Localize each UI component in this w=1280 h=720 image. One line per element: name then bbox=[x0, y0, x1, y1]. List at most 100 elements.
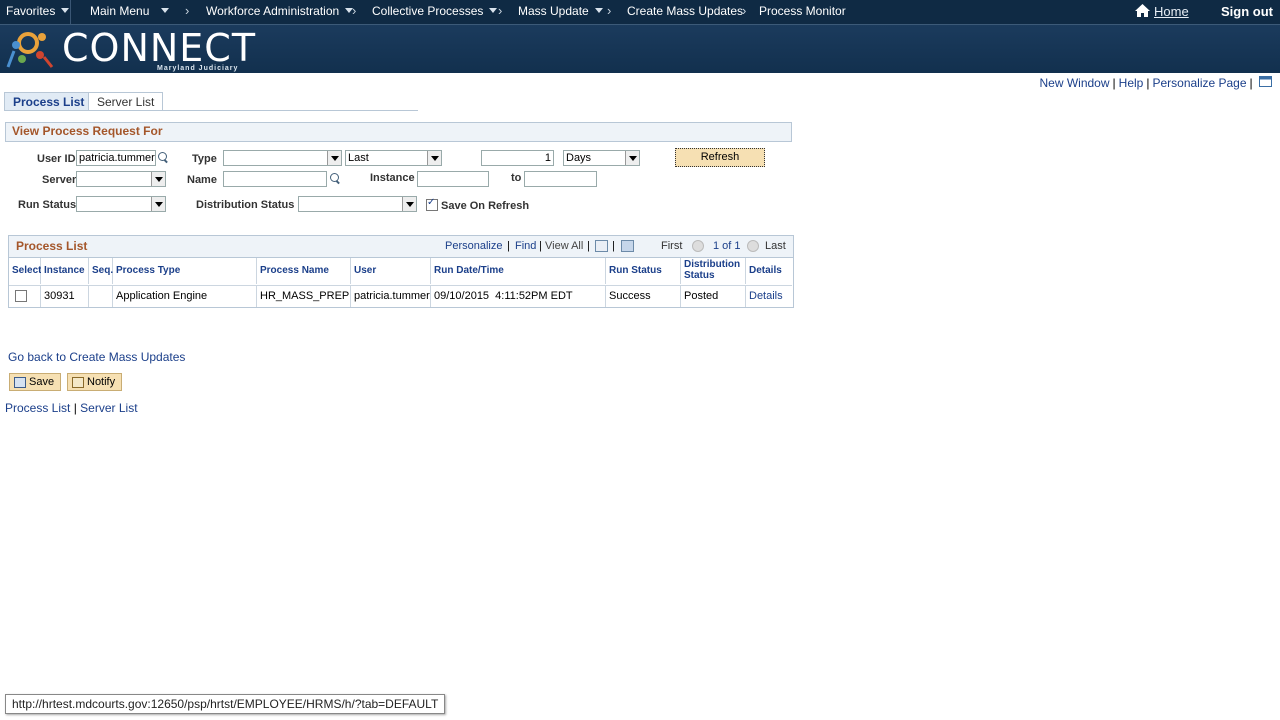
period-count-input[interactable]: 1 bbox=[481, 150, 554, 166]
row-run-datetime-cell: 09/10/2015 4:11:52PM EDT bbox=[431, 285, 606, 307]
brand-logo-text: CONNECT bbox=[62, 26, 257, 70]
row-details-link[interactable]: Details bbox=[749, 290, 783, 302]
sign-out-link[interactable]: Sign out bbox=[1221, 4, 1273, 19]
row-distribution-status-cell: Posted bbox=[681, 285, 746, 307]
breadcrumb-separator-icon: › bbox=[742, 3, 747, 18]
download-excel-icon[interactable] bbox=[621, 240, 634, 254]
column-header-distribution-status[interactable]: Distribution Status bbox=[681, 258, 746, 284]
grid-view-all-link[interactable]: View All bbox=[545, 240, 583, 252]
link-separator: | bbox=[1146, 76, 1150, 90]
page-layout-icon[interactable] bbox=[1259, 76, 1272, 87]
grid-personalize-link[interactable]: Personalize bbox=[445, 240, 502, 252]
column-header-details: Details bbox=[746, 258, 792, 284]
period-unit-select[interactable]: Days bbox=[563, 150, 640, 166]
column-header-process-name[interactable]: Process Name bbox=[257, 258, 351, 284]
column-label: Instance bbox=[44, 265, 85, 276]
period-select[interactable]: Last bbox=[345, 150, 442, 166]
link-separator: | bbox=[1112, 76, 1116, 90]
notify-button[interactable]: Notify bbox=[67, 373, 123, 391]
breadcrumb-workforce-administration[interactable]: Workforce Administration bbox=[206, 4, 354, 18]
bottom-server-list-link[interactable]: Server List bbox=[80, 401, 137, 415]
instance-to-input[interactable] bbox=[524, 171, 597, 187]
page-links: New Window | Help | Personalize Page | bbox=[1040, 76, 1272, 90]
column-label: Process Type bbox=[116, 265, 181, 276]
save-label: Save bbox=[29, 376, 55, 388]
nav-divider bbox=[70, 0, 71, 24]
save-button[interactable]: Save bbox=[9, 373, 62, 391]
next-page-icon bbox=[747, 240, 759, 254]
zoom-icon-shape bbox=[595, 240, 608, 252]
row-select-cell bbox=[9, 285, 41, 307]
instance-from-input[interactable] bbox=[417, 171, 489, 187]
breadcrumb-label: Create Mass Updates bbox=[627, 4, 744, 18]
period-unit-value: Days bbox=[566, 152, 592, 164]
server-label: Server bbox=[42, 174, 77, 186]
search-icon[interactable] bbox=[330, 173, 339, 182]
row-distribution-status: Posted bbox=[684, 290, 719, 302]
main-menu-label: Main Menu bbox=[90, 4, 150, 18]
breadcrumb-process-monitor[interactable]: Process Monitor bbox=[759, 4, 846, 18]
column-label: Distribution Status bbox=[684, 259, 741, 281]
tab-process-list[interactable]: Process List bbox=[4, 92, 94, 111]
chevron-down-icon bbox=[427, 151, 441, 165]
grid-page-count: 1 of 1 bbox=[713, 240, 741, 252]
instance-label: Instance bbox=[370, 172, 415, 184]
type-select[interactable] bbox=[223, 150, 342, 166]
chevron-down-icon bbox=[625, 151, 639, 165]
help-link[interactable]: Help bbox=[1119, 76, 1144, 90]
column-header-run-status[interactable]: Run Status bbox=[606, 258, 681, 284]
search-icon[interactable] bbox=[158, 152, 167, 161]
refresh-button[interactable]: Refresh bbox=[675, 148, 765, 167]
column-header-process-type[interactable]: Process Type bbox=[113, 258, 257, 284]
zoom-grid-icon[interactable] bbox=[595, 240, 608, 254]
row-process-name-cell: HR_MASS_PREP bbox=[257, 285, 351, 307]
row-process-type: Application Engine bbox=[116, 290, 208, 302]
column-header-instance[interactable]: Instance bbox=[41, 258, 89, 284]
breadcrumb-collective-processes[interactable]: Collective Processes bbox=[372, 4, 498, 18]
bottom-process-list-link[interactable]: Process List bbox=[5, 401, 70, 415]
section-title: View Process Request For bbox=[12, 124, 163, 138]
column-header-user[interactable]: User bbox=[351, 258, 431, 284]
run-status-select[interactable] bbox=[76, 196, 166, 212]
breadcrumb-label: Mass Update bbox=[518, 4, 589, 18]
column-header-run-datetime[interactable]: Run Date/Time bbox=[431, 258, 606, 284]
new-window-link[interactable]: New Window bbox=[1040, 76, 1110, 90]
process-name-input[interactable] bbox=[223, 171, 327, 187]
column-label: Run Date/Time bbox=[434, 265, 504, 276]
go-back-link[interactable]: Go back to Create Mass Updates bbox=[8, 350, 185, 364]
column-label: Details bbox=[749, 265, 782, 276]
column-label: Select bbox=[12, 265, 42, 276]
grid-find-link[interactable]: Find bbox=[515, 240, 536, 252]
row-process-type-cell: Application Engine bbox=[113, 285, 257, 307]
download-icon-shape bbox=[621, 240, 634, 252]
home-icon bbox=[1135, 4, 1150, 17]
distribution-status-select[interactable] bbox=[298, 196, 417, 212]
favorites-menu[interactable]: Favorites bbox=[6, 4, 70, 18]
run-status-label: Run Status bbox=[18, 199, 77, 211]
bottom-links: Process List | Server List bbox=[5, 401, 138, 415]
server-select[interactable] bbox=[76, 171, 166, 187]
save-on-refresh-checkbox[interactable] bbox=[426, 197, 438, 211]
grid-separator: | bbox=[612, 240, 615, 252]
instance-to-label: to bbox=[511, 172, 522, 184]
breadcrumb-create-mass-updates[interactable]: Create Mass Updates bbox=[627, 4, 743, 18]
column-header-seq[interactable]: Seq. bbox=[89, 258, 113, 284]
grid-title: Process List bbox=[16, 239, 88, 253]
previous-circle-icon bbox=[692, 240, 704, 252]
breadcrumb-mass-update[interactable]: Mass Update bbox=[518, 4, 603, 18]
row-select-checkbox[interactable] bbox=[15, 290, 27, 302]
personalize-page-link[interactable]: Personalize Page bbox=[1152, 76, 1246, 90]
tab-server-list[interactable]: Server List bbox=[88, 92, 164, 111]
breadcrumb-label: Process Monitor bbox=[759, 4, 846, 18]
chevron-down-icon bbox=[61, 8, 70, 13]
save-on-refresh-label: Save On Refresh bbox=[441, 200, 530, 212]
home-link[interactable]: Home bbox=[1135, 4, 1189, 19]
user-id-input[interactable]: patricia.tummer bbox=[76, 150, 156, 166]
breadcrumb-separator-icon: › bbox=[607, 3, 612, 18]
row-process-name: HR_MASS_PREP bbox=[260, 290, 350, 302]
chevron-down-icon bbox=[489, 8, 498, 13]
main-menu[interactable]: Main Menu bbox=[90, 4, 170, 18]
browser-status-url: http://hrtest.mdcourts.gov:12650/psp/hrt… bbox=[5, 694, 446, 714]
chevron-down-icon bbox=[151, 197, 165, 211]
breadcrumb-separator-icon: › bbox=[352, 3, 357, 18]
